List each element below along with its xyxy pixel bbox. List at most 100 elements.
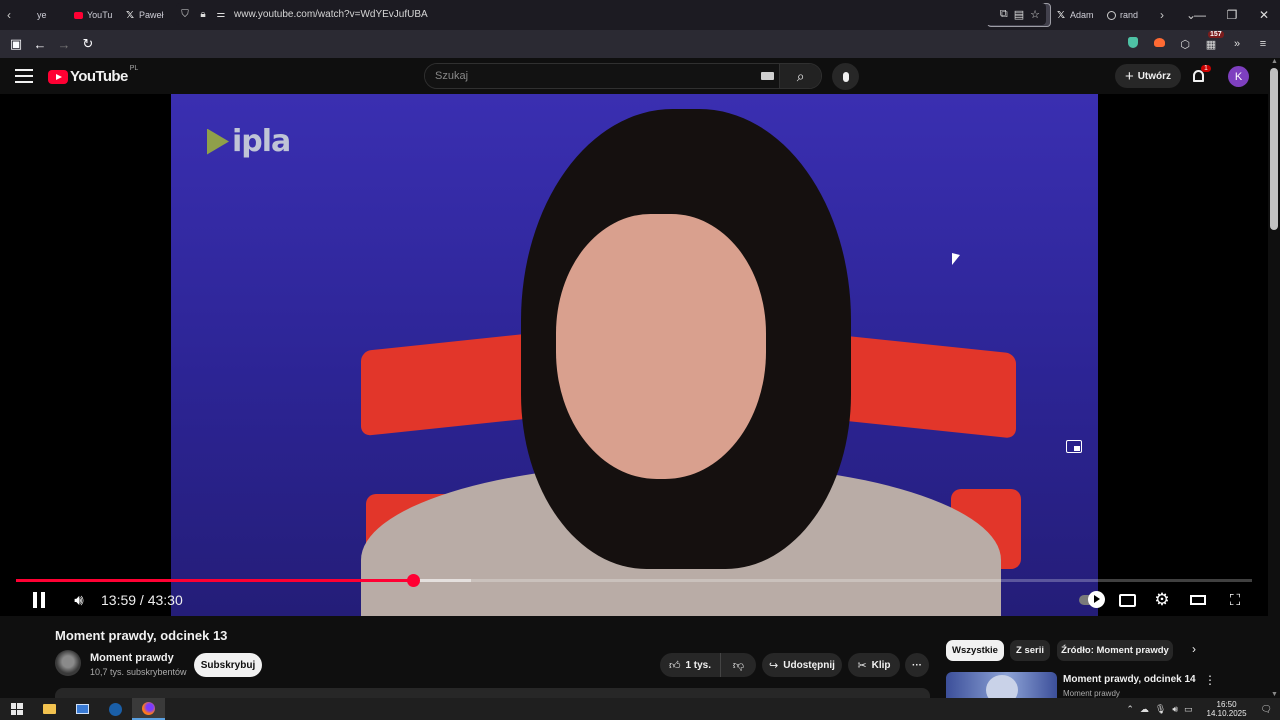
recommendation-thumbnail[interactable]: [946, 672, 1057, 698]
windows-taskbar: ⌃ ☁ 🎙︎ 🔊︎ ▭ 16:50 14.10.2025 🗨︎: [0, 698, 1280, 720]
speaker-icon[interactable]: 🔊︎: [1172, 704, 1178, 715]
more-actions-button[interactable]: ···: [905, 653, 929, 677]
description-box[interactable]: [55, 688, 930, 698]
lock-icon[interactable]: 🔒︎: [194, 9, 212, 20]
browser-tab[interactable]: rand: [1102, 3, 1153, 27]
shield-extension-icon[interactable]: [1124, 37, 1142, 51]
chips-next-chevron-icon[interactable]: ›: [1192, 642, 1196, 656]
minimize-icon[interactable]: —: [1184, 8, 1216, 22]
browser-tab[interactable]: 𝕏 Adam: [1051, 3, 1102, 27]
overflow-chevron-icon[interactable]: »: [1228, 38, 1246, 50]
video-frame[interactable]: ipla: [171, 94, 1098, 616]
country-code: PL: [129, 65, 139, 72]
theater-mode-icon[interactable]: [1189, 586, 1207, 614]
youtube-wordmark: YouTube: [70, 68, 128, 85]
start-button[interactable]: [0, 698, 33, 720]
youtube-logo[interactable]: YouTube PL: [48, 65, 139, 85]
notifications-center-icon[interactable]: 🗨︎: [1261, 704, 1272, 715]
share-button[interactable]: ↪ Udostępnij: [762, 653, 842, 677]
toolbar-right: ⬡ ▦ 157 » ≡: [1124, 30, 1272, 58]
search-input[interactable]: [425, 64, 780, 88]
scroll-up-icon[interactable]: ▲: [1271, 58, 1278, 65]
subtitles-icon[interactable]: [1118, 586, 1136, 614]
recommendation-title[interactable]: Moment prawdy, odcinek 14: [1063, 674, 1196, 685]
firefox-icon[interactable]: [132, 698, 165, 720]
back-icon[interactable]: ←: [28, 33, 52, 55]
account-avatar[interactable]: K: [1228, 66, 1249, 87]
chip-source[interactable]: Źródło: Moment prawdy: [1057, 640, 1173, 661]
more-dots-icon: ···: [912, 659, 922, 671]
x-icon: 𝕏: [125, 9, 135, 21]
subscribe-button[interactable]: Subskrybuj: [194, 653, 262, 677]
dislike-button[interactable]: 👎︎: [720, 653, 756, 677]
settings-gear-icon[interactable]: ⚙: [1153, 586, 1171, 614]
pause-button[interactable]: [28, 586, 50, 614]
search-box: ⌕: [424, 63, 822, 89]
ipla-watermark-text: ipla: [232, 124, 291, 159]
address-bar[interactable]: ⛉ 🔒︎ ⚌ www.youtube.com/watch?v=WdYEvJufU…: [176, 3, 1046, 25]
generic-icon: [23, 10, 33, 20]
extensions-icon[interactable]: ⬡: [1176, 38, 1194, 51]
create-button[interactable]: + Utwórz: [1115, 64, 1181, 88]
steam-icon[interactable]: [99, 698, 132, 720]
fullscreen-icon[interactable]: ⛶: [1226, 586, 1244, 614]
tray-overflow-icon[interactable]: ⌃: [1126, 704, 1134, 715]
page-scrollbar[interactable]: ▲ ▼: [1268, 58, 1280, 698]
clock[interactable]: 16:50 14.10.2025: [1207, 700, 1247, 718]
picture-in-picture-icon[interactable]: ⧉: [1000, 8, 1008, 21]
fox-extension-icon[interactable]: [1150, 38, 1168, 50]
browser-nav-bar: ▣ ← → ↻: [0, 30, 1280, 58]
bookmark-star-icon[interactable]: ☆: [1030, 8, 1040, 21]
chip-series[interactable]: Z serii: [1010, 640, 1050, 661]
browser-tab[interactable]: ye: [18, 3, 69, 27]
progress-bar[interactable]: [16, 574, 1252, 587]
voice-search-button[interactable]: [832, 63, 859, 90]
app-menu-icon[interactable]: ≡: [1254, 38, 1272, 50]
chip-all[interactable]: Wszystkie: [946, 640, 1004, 661]
notifications-button[interactable]: 1: [1190, 65, 1211, 87]
person-face-shape: [556, 214, 766, 479]
forward-icon[interactable]: →: [52, 33, 76, 55]
scrollbar-thumb[interactable]: [1270, 68, 1278, 230]
url-text[interactable]: www.youtube.com/watch?v=WdYEvJufUBA: [234, 9, 428, 20]
sidebar-toggle-icon[interactable]: ▣: [4, 33, 28, 55]
network-icon[interactable]: ▭: [1184, 704, 1193, 715]
tracking-shield-icon[interactable]: ⛉: [176, 9, 194, 20]
microphone-tray-icon[interactable]: 🎙︎: [1155, 704, 1166, 715]
remote-desktop-icon[interactable]: [66, 698, 99, 720]
browser-tab[interactable]: YouTu: [69, 3, 120, 27]
adblock-extension-icon[interactable]: ▦ 157: [1202, 30, 1224, 51]
miniplayer-icon[interactable]: [1066, 440, 1082, 453]
like-button[interactable]: 👍︎ 1 tys.: [660, 653, 720, 677]
tab-scroll-right-icon[interactable]: ›: [1153, 0, 1171, 30]
tab-label: Adam: [1070, 10, 1094, 20]
reader-view-icon[interactable]: ▤: [1014, 8, 1024, 21]
restore-icon[interactable]: ❐: [1216, 8, 1248, 22]
guide-menu-icon[interactable]: [15, 69, 33, 83]
channel-name[interactable]: Moment prawdy: [90, 652, 174, 664]
browser-tab[interactable]: 𝕏 Paweł: [120, 3, 171, 27]
recommendation-menu-icon[interactable]: ⋮: [1204, 673, 1216, 687]
close-window-icon[interactable]: ✕: [1248, 8, 1280, 22]
file-explorer-icon[interactable]: [33, 698, 66, 720]
ipla-watermark: ipla: [207, 124, 291, 159]
clip-button[interactable]: ✂ Klip: [848, 653, 900, 677]
tab-label: Paweł: [139, 10, 164, 20]
youtube-icon: [74, 11, 83, 19]
clip-label: Klip: [871, 659, 891, 671]
reload-icon[interactable]: ↻: [76, 33, 100, 55]
autoplay-toggle[interactable]: [1076, 586, 1105, 614]
volume-icon[interactable]: 🔊︎: [68, 586, 90, 614]
channel-avatar[interactable]: [55, 650, 81, 676]
played-bar: [16, 579, 414, 582]
scroll-down-icon[interactable]: ▼: [1271, 691, 1278, 698]
tab-scroll-left-icon[interactable]: ‹: [0, 0, 18, 30]
permissions-icon[interactable]: ⚌: [212, 9, 230, 20]
keyboard-icon[interactable]: [761, 72, 774, 80]
search-icon: ⌕: [796, 67, 805, 84]
video-player[interactable]: ipla 🔊︎ 13:59 / 43:30 ⚙ ⛶: [0, 94, 1268, 616]
cloud-icon[interactable]: ☁: [1140, 704, 1149, 715]
thumbs-down-icon: 👎︎: [732, 659, 745, 672]
search-button[interactable]: ⌕: [779, 64, 821, 88]
time-display: 13:59 / 43:30: [101, 592, 183, 608]
